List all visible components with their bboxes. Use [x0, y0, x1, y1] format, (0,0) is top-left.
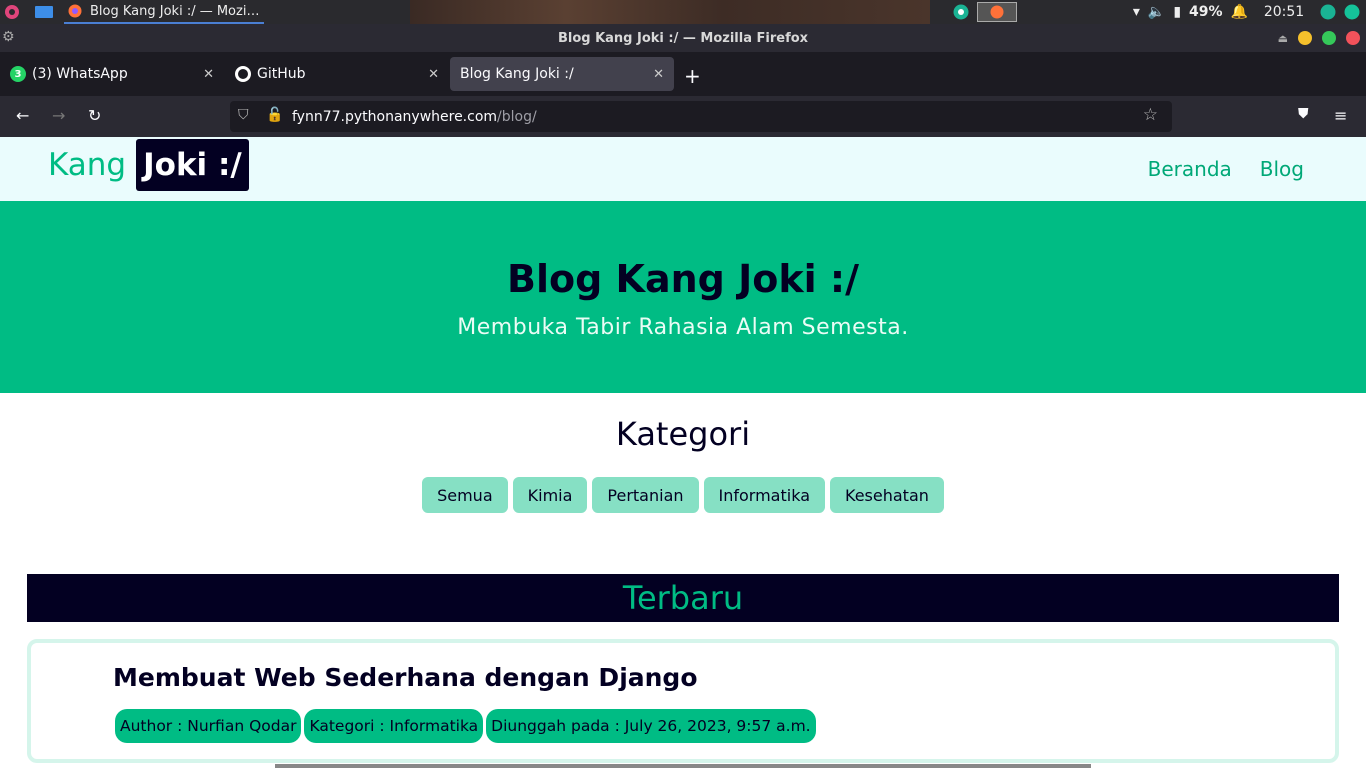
site-navbar: Kang Joki :/ Beranda Blog	[0, 137, 1366, 201]
tab-bar: 3 (3) WhatsApp ✕ GitHub ✕ Blog Kang Joki…	[0, 52, 1366, 96]
grammarly-icon[interactable]	[1344, 4, 1360, 20]
battery-icon[interactable]: ▮	[1173, 4, 1181, 20]
wifi-icon[interactable]: ▾	[1133, 4, 1140, 20]
reload-icon[interactable]: ↻	[88, 106, 101, 125]
whatsapp-icon: 3	[10, 66, 26, 82]
post-category-badge: Kategori : Informatika	[304, 709, 484, 743]
minimize-button[interactable]	[1298, 31, 1312, 45]
app-menu-icon[interactable]	[2, 0, 22, 24]
window-titlebar: ⚙ Blog Kang Joki :/ — Mozilla Firefox ⏏	[0, 24, 1366, 52]
post-card[interactable]: Membuat Web Sederhana dengan Django Auth…	[27, 639, 1339, 763]
url-bar[interactable]: ⛉ 🔓 fynn77.pythonanywhere.com/blog/ ☆	[230, 101, 1172, 132]
tab-label: GitHub	[257, 66, 306, 82]
firefox-icon	[68, 4, 82, 18]
horizontal-scroll-indicator	[275, 764, 1091, 768]
back-icon[interactable]: ←	[16, 106, 29, 125]
tab-label: Blog Kang Joki :/	[460, 66, 574, 82]
taskbar-firefox-task[interactable]: Blog Kang Joki :/ — Mozi…	[64, 0, 264, 24]
tab-whatsapp[interactable]: 3 (3) WhatsApp ✕	[0, 57, 224, 91]
window-title: Blog Kang Joki :/ — Mozilla Firefox	[557, 30, 809, 46]
category-filters: Semua Kimia Pertanian Informatika Keseha…	[0, 477, 1366, 513]
close-tab-icon[interactable]: ✕	[653, 67, 664, 82]
url-path: /blog/	[497, 108, 537, 125]
forward-icon[interactable]: →	[52, 106, 65, 125]
taskbar-task-label: Blog Kang Joki :/ — Mozi…	[90, 3, 260, 19]
category-chip-pertanian[interactable]: Pertanian	[592, 477, 699, 513]
window-menu-icon[interactable]: ⚙	[2, 29, 15, 45]
show-desktop-icon[interactable]	[34, 0, 54, 24]
clock[interactable]: 20:51	[1256, 4, 1312, 20]
tab-blog[interactable]: Blog Kang Joki :/ ✕	[450, 57, 674, 91]
web-page: Kang Joki :/ Beranda Blog Blog Kang Joki…	[0, 137, 1366, 768]
post-meta: Author : Nurfian Qodar Kategori : Inform…	[115, 709, 816, 743]
hero-subtitle: Membuka Tabir Rahasia Alam Semesta.	[457, 315, 909, 340]
battery-percent: 49%	[1189, 4, 1223, 20]
post-title[interactable]: Membuat Web Sederhana dengan Django	[113, 663, 698, 692]
app-tray-icon[interactable]	[953, 4, 969, 20]
system-taskbar: Blog Kang Joki :/ — Mozi… ▾ 🔈 ▮ 49% 🔔 20…	[0, 0, 1366, 24]
hero-title: Blog Kang Joki :/	[507, 257, 859, 301]
keep-above-icon[interactable]: ⏏	[1278, 32, 1288, 45]
shield-icon[interactable]: ⛉	[238, 107, 249, 123]
close-tab-icon[interactable]: ✕	[428, 67, 439, 82]
url-host: fynn77.pythonanywhere.com	[292, 108, 498, 125]
menu-icon[interactable]: ≡	[1334, 106, 1347, 125]
bookmark-star-icon[interactable]: ☆	[1143, 105, 1158, 125]
pocket-icon[interactable]: ⛊	[1298, 106, 1309, 122]
firefox-tray-icon[interactable]	[976, 2, 1017, 22]
tray-app-icon[interactable]	[1320, 4, 1336, 20]
category-chip-kesehatan[interactable]: Kesehatan	[830, 477, 944, 513]
system-tray: ▾ 🔈 ▮ 49% 🔔 20:51	[953, 0, 1366, 24]
taskbar-wallpaper-strip	[410, 0, 930, 24]
site-nav-links: Beranda Blog	[1148, 157, 1304, 181]
window-controls: ⏏	[1278, 31, 1360, 45]
nav-link-beranda[interactable]: Beranda	[1148, 157, 1232, 181]
tab-label: (3) WhatsApp	[32, 66, 128, 82]
terbaru-heading: Terbaru	[27, 574, 1339, 622]
navigation-bar: ← → ↻ ⛉ 🔓 fynn77.pythonanywhere.com/blog…	[0, 96, 1366, 137]
category-chip-semua[interactable]: Semua	[422, 477, 508, 513]
maximize-button[interactable]	[1322, 31, 1336, 45]
close-tab-icon[interactable]: ✕	[203, 67, 214, 82]
new-tab-icon[interactable]: +	[684, 64, 701, 88]
kategori-heading: Kategori	[615, 415, 751, 453]
lock-icon[interactable]: 🔓	[266, 107, 283, 123]
site-brand[interactable]: Kang Joki :/	[48, 139, 249, 191]
post-date-badge: Diunggah pada : July 26, 2023, 9:57 a.m.	[486, 709, 816, 743]
volume-icon[interactable]: 🔈	[1148, 4, 1165, 20]
category-chip-kimia[interactable]: Kimia	[512, 477, 588, 513]
notification-icon[interactable]: 🔔	[1231, 4, 1248, 20]
close-window-button[interactable]	[1346, 31, 1360, 45]
category-chip-informatika[interactable]: Informatika	[703, 477, 825, 513]
post-author-badge: Author : Nurfian Qodar	[115, 709, 302, 743]
brand-kang: Kang	[48, 147, 127, 183]
nav-link-blog[interactable]: Blog	[1260, 157, 1304, 181]
github-icon	[235, 66, 251, 82]
hero-banner: Blog Kang Joki :/ Membuka Tabir Rahasia …	[0, 201, 1366, 393]
brand-joki: Joki :/	[136, 139, 249, 191]
tab-github[interactable]: GitHub ✕	[225, 57, 449, 91]
